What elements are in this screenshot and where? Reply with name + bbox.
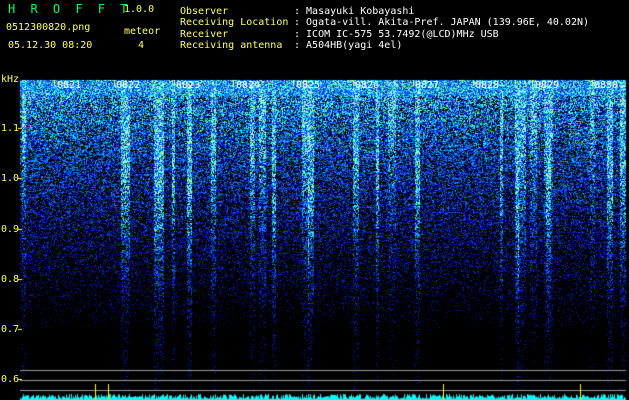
time-tick: 0826 bbox=[355, 80, 380, 91]
time-tick: 0822 bbox=[116, 80, 141, 91]
meteor-label: meteor bbox=[124, 26, 161, 37]
meteor-count: 4 bbox=[138, 40, 145, 51]
station-value-receiver: : ICOM IC-575 53.7492(@LCD)MHz USB bbox=[294, 29, 499, 40]
app-version: 1.0.0 bbox=[124, 4, 155, 15]
time-tick: 0827 bbox=[415, 80, 440, 91]
station-label-antenna: Receiving antenna bbox=[180, 40, 283, 51]
time-tick: 0829 bbox=[535, 80, 560, 91]
time-tick: 0830 bbox=[594, 80, 619, 91]
freq-tick: 0.9 bbox=[1, 224, 20, 235]
station-label-location: Receiving Location bbox=[180, 17, 289, 28]
time-tick: 0824 bbox=[236, 80, 261, 91]
time-tick: 0823 bbox=[176, 80, 201, 91]
app-title: H R O F F T bbox=[8, 2, 132, 16]
recording-datetime: 05.12.30 08:20 bbox=[8, 40, 93, 51]
station-value-observer: : Masayuki Kobayashi bbox=[294, 6, 415, 17]
station-label-observer: Observer bbox=[180, 6, 229, 17]
time-tick: 0828 bbox=[475, 80, 500, 91]
frequency-axis-unit: kHz bbox=[1, 74, 20, 85]
freq-tick: 0.8 bbox=[1, 274, 20, 285]
freq-tick: 0.6 bbox=[1, 374, 20, 385]
freq-tick: 0.7 bbox=[1, 324, 20, 335]
file-name: 0512300820.png bbox=[6, 22, 91, 33]
station-value-location: : Ogata-vill. Akita-Pref. JAPAN (139.96E… bbox=[294, 17, 590, 28]
time-tick: 0821 bbox=[57, 80, 82, 91]
freq-tick: 1.1 bbox=[1, 123, 20, 134]
time-tick: 0825 bbox=[296, 80, 321, 91]
station-label-receiver: Receiver bbox=[180, 29, 229, 40]
station-value-antenna: : A504HB(yagi 4el) bbox=[294, 40, 403, 51]
freq-tick: 1.0 bbox=[1, 173, 20, 184]
spectrogram-canvas bbox=[0, 0, 629, 400]
